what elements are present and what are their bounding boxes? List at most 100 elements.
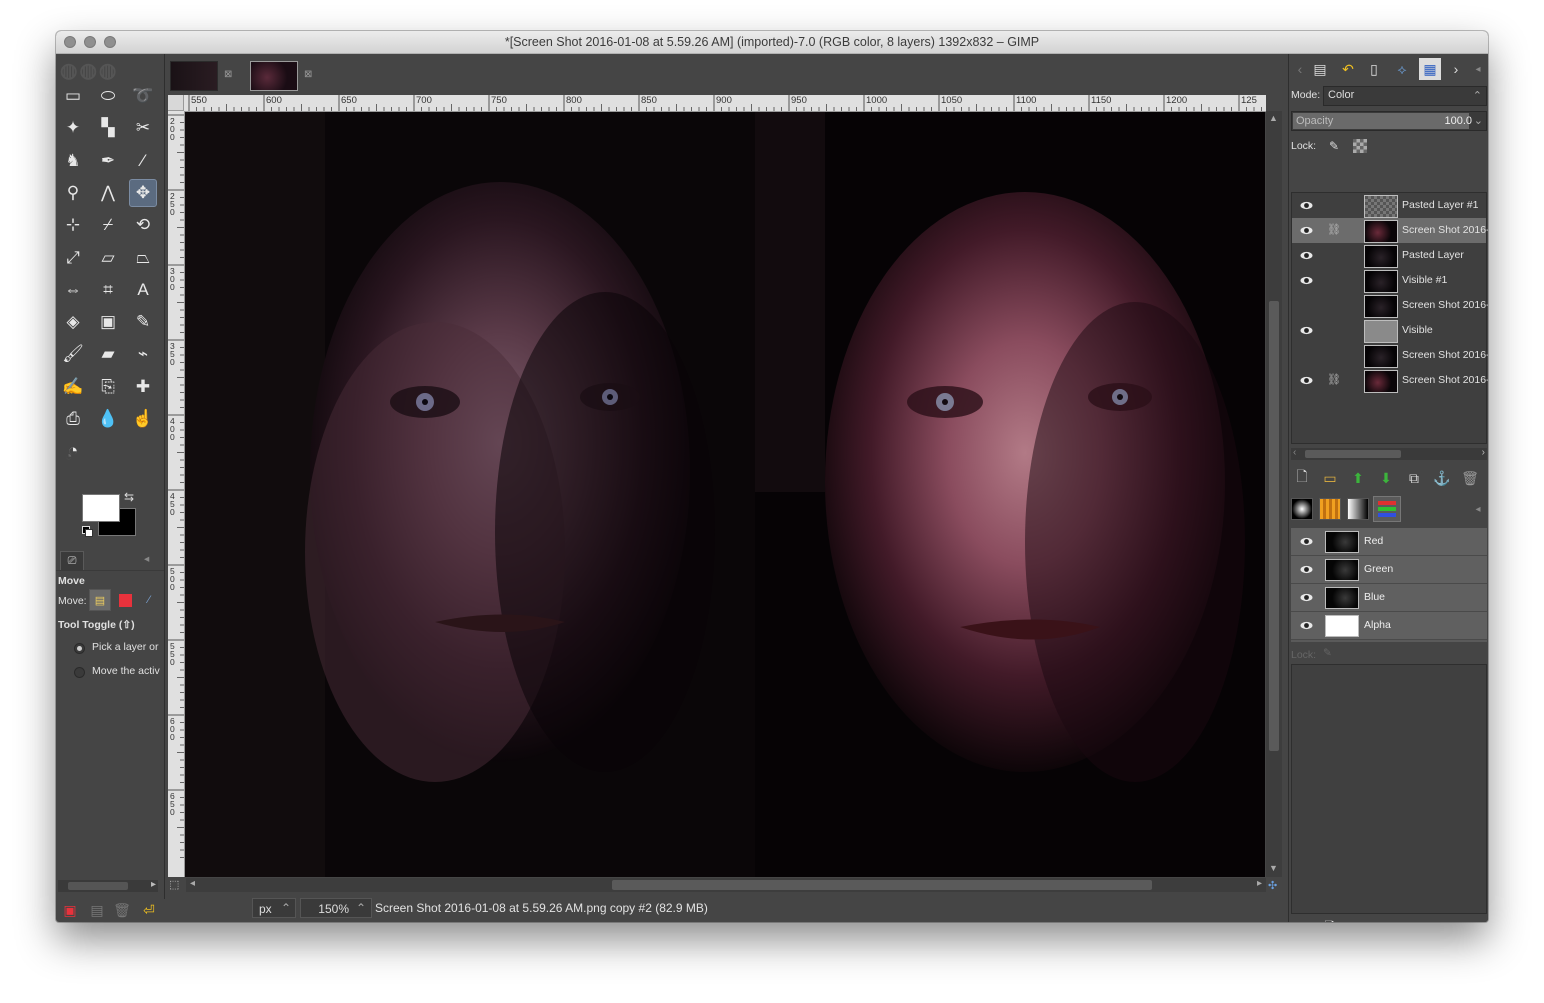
foreground-color-swatch[interactable]: [82, 494, 120, 522]
vertical-scrollbar[interactable]: ▲ ▼: [1266, 111, 1282, 877]
channels-tab-icon[interactable]: ▯: [1363, 58, 1385, 80]
horizontal-scroll-thumb[interactable]: [612, 880, 1152, 890]
layers-hscrollbar[interactable]: ‹ ›: [1291, 447, 1487, 460]
close-tab-icon[interactable]: ⊠: [304, 70, 314, 80]
lock-alpha-icon[interactable]: [1349, 135, 1371, 157]
crop-icon[interactable]: ⌿: [94, 211, 122, 239]
delete-channel-icon[interactable]: 🗑: [1459, 918, 1481, 923]
airbrush-icon[interactable]: ⌁: [129, 340, 157, 368]
eye-icon[interactable]: [1300, 591, 1313, 604]
close-tab-icon[interactable]: ⊠: [224, 70, 234, 80]
toolbox-scrollbar[interactable]: ▸: [58, 879, 158, 892]
navigate-icon[interactable]: ✣: [1268, 879, 1280, 892]
layer-row[interactable]: ⛓ Screen Shot 2016-: [1292, 218, 1488, 243]
scissors-select-icon[interactable]: ✂: [129, 114, 157, 142]
channels-tab-icon[interactable]: [1373, 496, 1401, 522]
layer-row[interactable]: Visible #1: [1292, 268, 1486, 293]
channel-row[interactable]: Green: [1291, 556, 1487, 584]
scroll-right-icon[interactable]: ›: [1482, 447, 1485, 458]
eye-icon[interactable]: [1300, 374, 1313, 387]
perspective-clone-icon[interactable]: ⎙: [59, 405, 87, 433]
ink-icon[interactable]: ✍: [59, 373, 87, 401]
chain-link-icon[interactable]: ⛓: [1327, 373, 1341, 386]
scroll-left-icon[interactable]: ◂: [190, 878, 195, 889]
anchor-layer-icon[interactable]: ⚓: [1431, 467, 1453, 489]
raise-channel-icon[interactable]: ⬆: [1347, 918, 1369, 923]
rect-select-icon[interactable]: ▭: [59, 82, 87, 110]
quick-mask-icon[interactable]: ⬚: [169, 878, 183, 892]
dock-menu-icon[interactable]: ◂: [1467, 58, 1488, 80]
free-select-icon[interactable]: ➰: [129, 82, 157, 110]
layer-row[interactable]: Pasted Layer: [1292, 243, 1486, 268]
image-tab-thumbnail-active[interactable]: [250, 61, 298, 91]
measure-icon[interactable]: ⋀: [94, 179, 122, 207]
blend-icon[interactable]: ▣: [94, 308, 122, 336]
save-options-icon[interactable]: ▣: [59, 899, 81, 921]
vertical-ruler[interactable]: 200 250 300 350 400 450 500 550 600 650: [168, 111, 185, 877]
layer-row[interactable]: Screen Shot 2016-: [1292, 343, 1488, 368]
eraser-icon[interactable]: ▰: [94, 340, 122, 368]
eye-icon[interactable]: [1300, 535, 1313, 548]
duplicate-layer-icon[interactable]: ⧉: [1403, 467, 1425, 489]
scroll-right-icon[interactable]: ▸: [1257, 878, 1262, 889]
horizontal-ruler[interactable]: 550 600 650 700 750 800 850 900 950 1000 1050 1100 1…: [184, 95, 1266, 112]
undo-history-tab-icon[interactable]: ↶: [1337, 58, 1359, 80]
perspective-icon[interactable]: ⏢: [129, 244, 157, 272]
layer-row[interactable]: Screen Shot 2016-: [1292, 293, 1488, 318]
chevron-right-icon[interactable]: ›: [1445, 58, 1467, 80]
swap-colors-icon[interactable]: ⇆: [124, 490, 134, 504]
eye-icon[interactable]: [1300, 619, 1313, 632]
move-active-radio[interactable]: [74, 667, 85, 678]
flip-icon[interactable]: ⇔: [59, 276, 87, 304]
lock-pixels-icon[interactable]: ✎: [1323, 135, 1345, 157]
heal-icon[interactable]: ✚: [129, 373, 157, 401]
restore-options-icon[interactable]: ▤: [86, 899, 108, 921]
gradient-tab-icon[interactable]: [1347, 498, 1369, 520]
layer-row[interactable]: Visible: [1292, 318, 1486, 343]
channel-row[interactable]: Blue: [1291, 584, 1487, 612]
clone-icon[interactable]: ⎘: [94, 373, 122, 401]
new-channel-icon[interactable]: 🗋: [1319, 918, 1341, 922]
eye-icon[interactable]: [1300, 199, 1313, 212]
vertical-scroll-thumb[interactable]: [1269, 301, 1279, 751]
horizontal-scrollbar[interactable]: ◂ ▸: [186, 878, 1266, 892]
cage-transform-icon[interactable]: ⌗: [94, 276, 122, 304]
move-selection-button[interactable]: [114, 589, 136, 611]
reset-options-icon[interactable]: ⏎: [138, 899, 160, 921]
move-icon[interactable]: ✥: [129, 178, 157, 207]
align-icon[interactable]: ⊹: [59, 211, 87, 239]
eye-icon[interactable]: [1300, 224, 1313, 237]
blur-icon[interactable]: 💧: [94, 405, 122, 433]
ellipse-select-icon[interactable]: ⬭: [94, 82, 122, 110]
channel-row[interactable]: Red: [1291, 528, 1487, 556]
paths-tab-icon[interactable]: ⟡: [1391, 58, 1413, 80]
smudge-icon[interactable]: ☝: [129, 405, 157, 433]
pattern-tab-icon[interactable]: [1319, 498, 1341, 520]
delete-layer-icon[interactable]: 🗑: [1459, 467, 1481, 489]
eye-icon[interactable]: [1300, 563, 1313, 576]
layers-tab-icon[interactable]: ▤: [1309, 58, 1331, 80]
zoom-icon[interactable]: ⚲: [59, 179, 87, 207]
scroll-up-icon[interactable]: ▲: [1269, 113, 1278, 123]
delete-options-icon[interactable]: 🗑: [111, 899, 133, 921]
color-picker-icon[interactable]: ⁄: [129, 147, 157, 175]
pencil-icon[interactable]: ✎: [129, 308, 157, 336]
eye-icon[interactable]: [1300, 274, 1313, 287]
text-icon[interactable]: A: [129, 276, 157, 304]
rotate-icon[interactable]: ⟲: [129, 211, 157, 239]
image-canvas[interactable]: [185, 112, 1265, 877]
channel-row[interactable]: Alpha: [1291, 612, 1487, 640]
tool-options-tab-icon[interactable]: ⎚: [60, 551, 84, 571]
new-layer-icon[interactable]: 🗋: [1291, 467, 1313, 489]
lower-layer-icon[interactable]: ⬇: [1375, 467, 1397, 489]
bucket-fill-icon[interactable]: ◈: [59, 308, 87, 336]
foreground-select-icon[interactable]: ♞: [59, 147, 87, 175]
chain-link-icon[interactable]: ⛓: [1327, 223, 1341, 236]
shear-icon[interactable]: ▱: [94, 244, 122, 272]
scale-icon[interactable]: ⤢: [59, 244, 87, 272]
unit-selector[interactable]: px ⌃: [252, 898, 296, 918]
histogram-tab-icon[interactable]: ▦: [1419, 58, 1441, 80]
mode-select[interactable]: Color ⌃: [1323, 86, 1487, 106]
layer-row[interactable]: ⛓ Screen Shot 2016-: [1292, 368, 1488, 393]
paintbrush-icon[interactable]: 🖌: [59, 340, 87, 368]
